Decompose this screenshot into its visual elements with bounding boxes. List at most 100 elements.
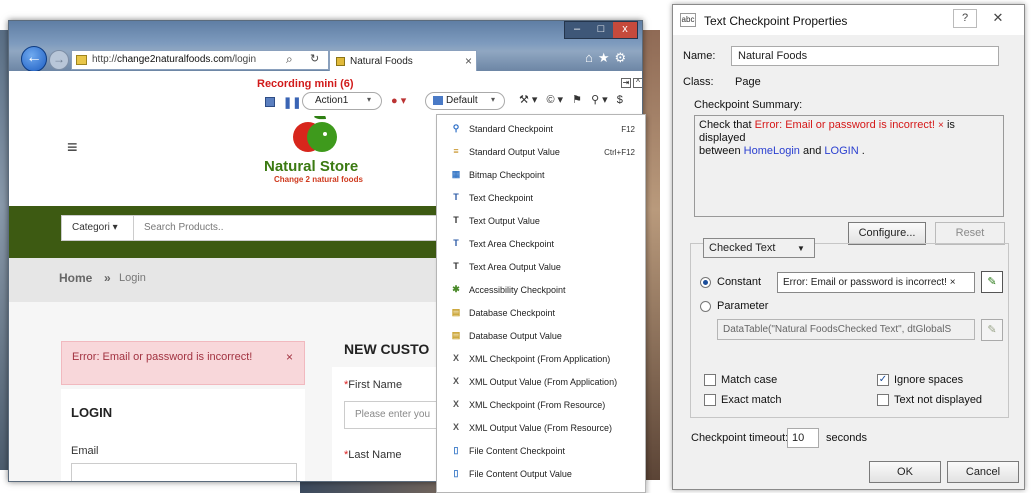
- settings-gear-icon[interactable]: ⚙: [615, 50, 632, 65]
- address-search-icon[interactable]: ⌕: [286, 52, 293, 67]
- cancel-button[interactable]: Cancel: [947, 461, 1019, 483]
- insert-checkpoint-icon[interactable]: ⚲▾: [591, 94, 611, 106]
- checkpoint-menu-item[interactable]: ▤ Database Checkpoint: [437, 301, 645, 324]
- checkpoint-menu-item-label: XML Output Value (From Application): [469, 377, 618, 387]
- remove-text-icon[interactable]: ×: [938, 120, 944, 131]
- environment-icon: [433, 96, 443, 105]
- timeout-field[interactable]: 10: [787, 428, 819, 448]
- back-arrow-icon[interactable]: ←: [21, 46, 47, 72]
- search-input[interactable]: Search Products..: [144, 222, 223, 233]
- checkpoint-menu-item[interactable]: ✱ Accessibility Checkpoint: [437, 278, 645, 301]
- recording-title: Recording mini (6): [257, 78, 354, 90]
- ok-button[interactable]: OK: [869, 461, 941, 483]
- checkpoint-menu-item-label: Text Output Value: [469, 216, 540, 226]
- text-not-displayed-checkbox[interactable]: [877, 394, 889, 406]
- text-checkpoint-icon: abc: [680, 13, 696, 27]
- text-area-output-value-icon: T: [453, 261, 459, 271]
- stop-record-icon[interactable]: [265, 97, 275, 107]
- error-message: Error: Email or password is incorrect!: [72, 351, 253, 363]
- home-icon[interactable]: ⌂: [585, 50, 598, 65]
- refresh-icon[interactable]: ↻: [310, 52, 319, 65]
- exact-match-label: Exact match: [721, 394, 782, 406]
- name-label: Name:: [683, 50, 716, 62]
- minimize-button[interactable]: –: [565, 22, 589, 38]
- checkpoint-menu-item[interactable]: ▯ File Content Checkpoint: [437, 439, 645, 462]
- dialog-titlebar: abc Text Checkpoint Properties ? ✕: [673, 5, 1024, 35]
- reset-button[interactable]: Reset: [935, 222, 1005, 245]
- edit-parameter-icon[interactable]: ✎: [981, 319, 1003, 341]
- chevron-down-icon: ▼: [797, 244, 805, 253]
- checkpoint-menu-item[interactable]: X XML Output Value (From Application): [437, 370, 645, 393]
- text-area-checkpoint-icon: T: [453, 238, 459, 248]
- xml-checkpoint-app-icon: X: [452, 353, 459, 363]
- parameter-label: Parameter: [717, 300, 769, 312]
- checkpoint-menu-item[interactable]: ▤ Database Output Value: [437, 324, 645, 347]
- checkpoint-menu-item[interactable]: ≡ Standard Output Value Ctrl+F12: [437, 140, 645, 163]
- checkpoint-menu-item[interactable]: ⚲ Standard Checkpoint F12: [437, 117, 645, 140]
- record-settings-icon[interactable]: ©▾: [546, 94, 566, 106]
- category-select[interactable]: Categori ▾: [62, 216, 134, 240]
- checkpoint-menu-item-label: Database Output Value: [469, 331, 562, 341]
- help-button[interactable]: ?: [953, 9, 977, 28]
- standard-output-value-icon: ≡: [453, 146, 459, 156]
- bitmap-checkpoint-icon: ▦: [451, 169, 461, 179]
- standard-checkpoint-icon: ⚲: [452, 123, 460, 133]
- ignore-spaces-label: Ignore spaces: [894, 374, 964, 386]
- edit-constant-icon[interactable]: ✎: [981, 271, 1003, 293]
- error-close-icon[interactable]: ×: [286, 350, 293, 364]
- dialog-title: Text Checkpoint Properties: [704, 14, 848, 28]
- checkpoint-menu-item[interactable]: X XML Checkpoint (From Application): [437, 347, 645, 370]
- checkpoint-menu-item[interactable]: X XML Checkpoint (From Resource): [437, 393, 645, 416]
- checkpoint-menu-item[interactable]: T Text Checkpoint: [437, 186, 645, 209]
- close-dialog-button[interactable]: ✕: [984, 9, 1012, 28]
- email-field[interactable]: [71, 463, 297, 481]
- right-text[interactable]: LOGIN: [824, 145, 858, 157]
- ignore-spaces-checkbox[interactable]: ✓: [877, 374, 889, 386]
- breadcrumb-home-link[interactable]: Home: [59, 271, 92, 285]
- collapse-icon[interactable]: ^: [633, 78, 642, 88]
- hamburger-menu-icon[interactable]: ≡: [67, 137, 78, 158]
- timeout-label: Checkpoint timeout:: [691, 432, 789, 444]
- xml-checkpoint-resource-icon: X: [452, 399, 459, 409]
- favorites-star-icon[interactable]: ★: [598, 50, 615, 65]
- checkpoint-menu-item[interactable]: X XML Output Value (From Resource): [437, 416, 645, 439]
- address-bar[interactable]: http://change2naturalfoods.com/login ⌕ ↻: [71, 50, 329, 70]
- configure-button[interactable]: Configure...: [848, 222, 926, 245]
- match-case-checkbox[interactable]: [704, 374, 716, 386]
- file-content-output-value-icon: ▯: [453, 468, 459, 478]
- browser-titlebar: ← → http://change2naturalfoods.com/login…: [9, 21, 642, 72]
- xml-output-value-resource-icon: X: [452, 422, 459, 432]
- constant-value-field[interactable]: Error: Email or password is incorrect! ×: [777, 272, 975, 293]
- parameter-radio[interactable]: [700, 301, 711, 312]
- exact-match-checkbox[interactable]: [704, 394, 716, 406]
- checkpoint-menu-item[interactable]: ▦ Bitmap Checkpoint: [437, 163, 645, 186]
- checkpoint-menu-item[interactable]: ▯ File Content Output Value: [437, 462, 645, 485]
- constant-radio[interactable]: [700, 277, 711, 288]
- timeout-unit: seconds: [826, 432, 867, 444]
- checkpoint-menu-item[interactable]: T Text Output Value: [437, 209, 645, 232]
- output-value-icon[interactable]: $: [617, 94, 626, 106]
- checkpoint-menu-item-label: Bitmap Checkpoint: [469, 170, 545, 180]
- checkpoint-menu-item-label: File Content Checkpoint: [469, 446, 566, 456]
- name-field[interactable]: Natural Foods: [731, 46, 999, 66]
- left-text[interactable]: HomeLogin: [744, 145, 800, 157]
- maximize-button[interactable]: □: [589, 22, 613, 38]
- pin-icon[interactable]: ⇥: [621, 78, 631, 88]
- chevron-down-icon: ▾: [367, 95, 372, 104]
- xml-output-value-app-icon: X: [452, 376, 459, 386]
- close-window-button[interactable]: x: [613, 22, 637, 38]
- checkpoint-menu-item[interactable]: T Text Area Output Value: [437, 255, 645, 278]
- checkpoint-menu-item[interactable]: T Text Area Checkpoint: [437, 232, 645, 255]
- record-mode-icon[interactable]: ● ▾: [391, 94, 406, 107]
- object-spy-icon[interactable]: ⚒▾: [519, 94, 540, 106]
- browser-tab[interactable]: Natural Foods ×: [329, 50, 477, 71]
- synchronize-icon[interactable]: ⚑: [572, 94, 585, 106]
- pause-icon[interactable]: ❚❚: [283, 96, 301, 109]
- brand-name: Natural Store: [264, 158, 359, 175]
- parameter-value-field[interactable]: DataTable("Natural FoodsChecked Text", d…: [717, 319, 975, 340]
- tab-close-icon[interactable]: ×: [465, 54, 472, 68]
- checkpoint-menu-item-label: XML Output Value (From Resource): [469, 423, 613, 433]
- checked-text[interactable]: Error: Email or password is incorrect!: [755, 119, 935, 131]
- forward-arrow-icon[interactable]: →: [49, 50, 69, 70]
- text-checkpoint-icon: T: [453, 192, 459, 202]
